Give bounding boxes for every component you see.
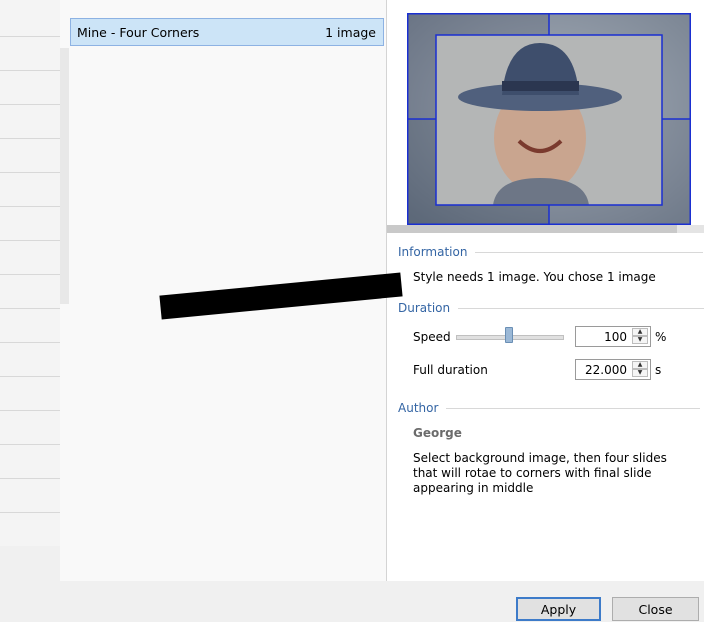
close-button[interactable]: Close: [612, 597, 699, 621]
speed-slider-thumb[interactable]: [505, 327, 513, 343]
author-name: George: [413, 426, 462, 440]
speed-value[interactable]: 100: [604, 330, 627, 344]
category-row[interactable]: [0, 444, 60, 445]
category-row[interactable]: [0, 70, 60, 71]
spin-down-icon[interactable]: ▼: [632, 369, 648, 377]
author-header-label: Author: [398, 401, 439, 415]
spin-up-icon[interactable]: ▲: [632, 328, 648, 336]
style-item-count: 1 image: [325, 24, 376, 40]
full-duration-value[interactable]: 22.000: [585, 363, 627, 377]
category-row[interactable]: [0, 478, 60, 479]
category-row[interactable]: [0, 206, 60, 207]
spin-up-icon[interactable]: ▲: [632, 361, 648, 369]
information-text: Style needs 1 image. You chose 1 image: [413, 270, 656, 284]
category-row[interactable]: [0, 308, 60, 309]
category-row[interactable]: [0, 410, 60, 411]
style-list-item[interactable]: Mine - Four Corners 1 image: [70, 18, 384, 46]
category-row[interactable]: [0, 342, 60, 343]
information-header: Information: [398, 245, 704, 259]
category-row[interactable]: [0, 172, 60, 173]
category-row[interactable]: [0, 376, 60, 377]
author-description: Select background image, then four slide…: [413, 451, 667, 495]
information-header-label: Information: [398, 245, 468, 259]
spin-down-icon[interactable]: ▼: [632, 336, 648, 344]
full-duration-stepper[interactable]: 22.000 ▲ ▼: [575, 359, 651, 380]
full-duration-unit: s: [655, 363, 662, 377]
style-details-panel: Information Style needs 1 image. You cho…: [386, 0, 704, 581]
speed-stepper[interactable]: 100 ▲ ▼: [575, 326, 651, 347]
style-item-name: Mine - Four Corners: [77, 24, 200, 40]
speed-label: Speed: [413, 330, 451, 344]
category-list: [0, 0, 61, 546]
category-row[interactable]: [0, 104, 60, 105]
preview-scroll-thumb[interactable]: [387, 225, 677, 233]
divider: [458, 307, 704, 309]
duration-header-label: Duration: [398, 301, 451, 315]
category-row[interactable]: [0, 36, 60, 37]
category-row[interactable]: [0, 274, 60, 275]
style-preview: [407, 13, 691, 225]
full-duration-label: Full duration: [413, 363, 488, 377]
speed-unit: %: [655, 330, 667, 344]
apply-button[interactable]: Apply: [516, 597, 601, 621]
category-row[interactable]: [0, 138, 60, 139]
preview-image: [407, 13, 691, 225]
divider: [446, 407, 701, 409]
divider: [475, 251, 704, 253]
duration-header: Duration: [398, 301, 704, 315]
list-scrollbar[interactable]: [60, 48, 69, 304]
category-row[interactable]: [0, 512, 60, 513]
category-row[interactable]: [0, 240, 60, 241]
preview-scrollbar[interactable]: [387, 225, 704, 233]
author-header: Author: [398, 401, 701, 415]
